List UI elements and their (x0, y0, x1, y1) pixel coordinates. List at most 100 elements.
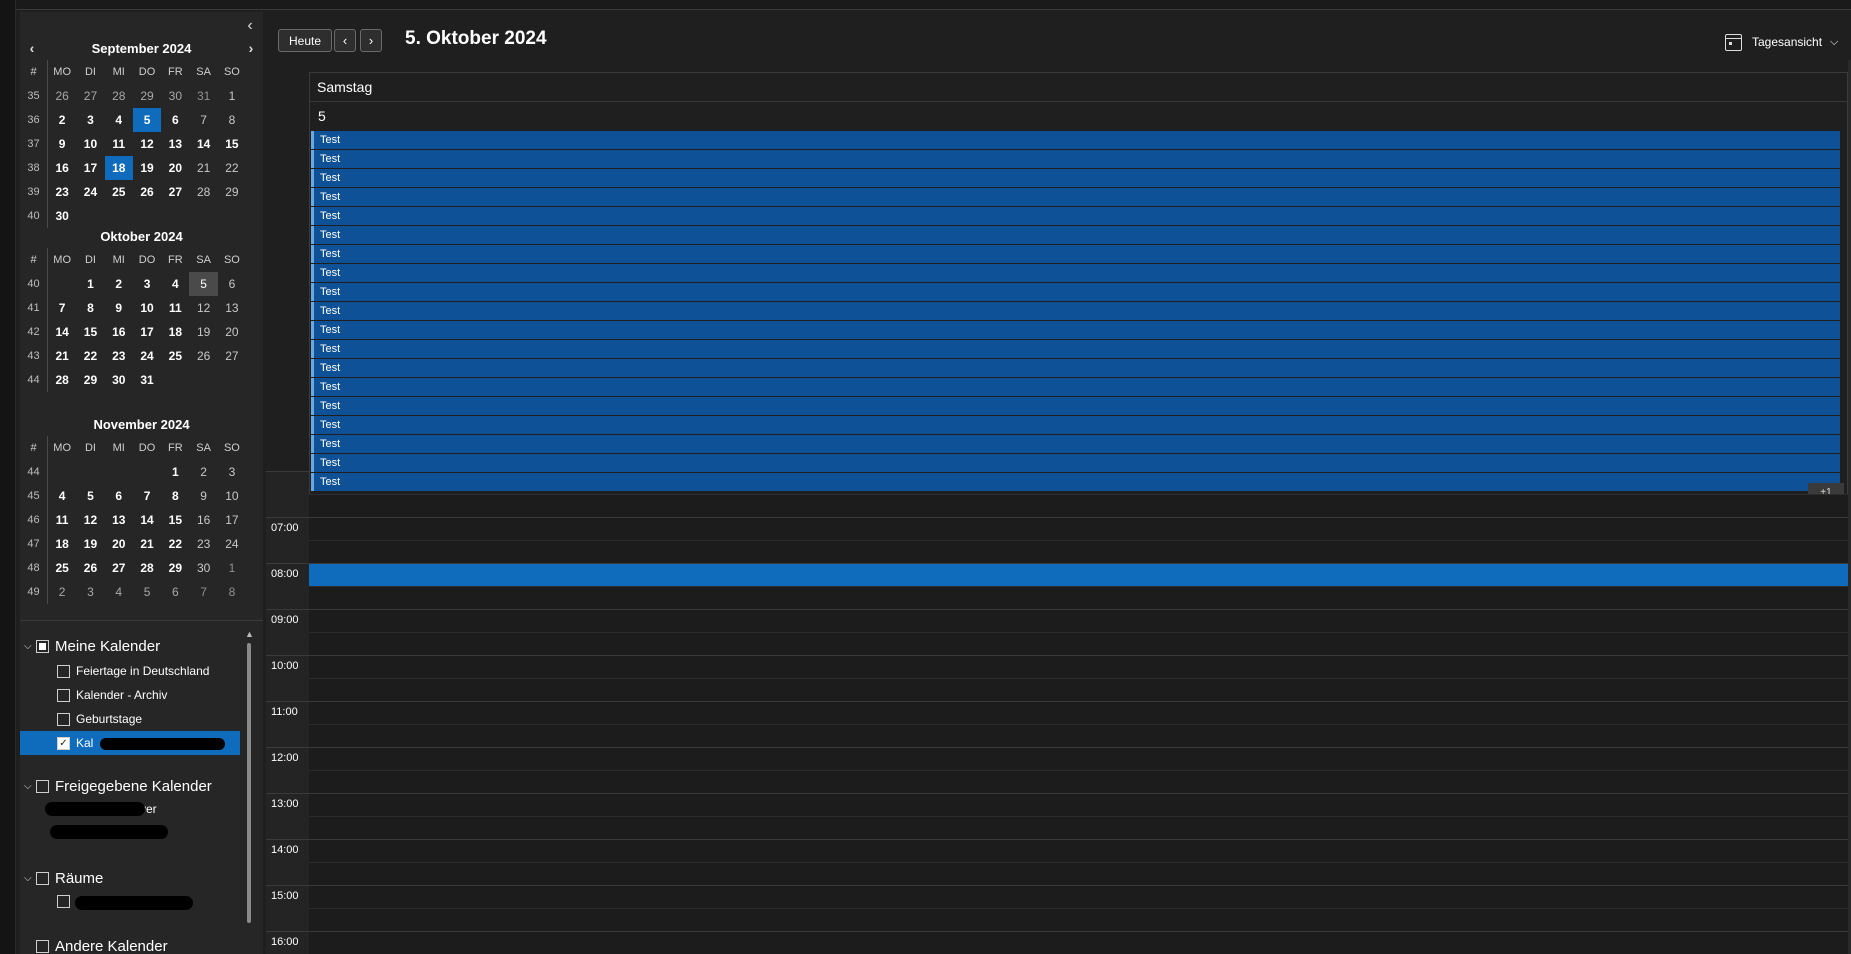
time-slot[interactable] (309, 540, 1848, 563)
day-cell[interactable]: 5 (76, 484, 104, 508)
day-cell[interactable]: 24 (218, 532, 246, 556)
time-slot[interactable] (309, 931, 1848, 954)
day-cell[interactable]: 9 (189, 484, 217, 508)
all-day-event[interactable]: Test (311, 226, 1840, 244)
day-cell[interactable]: 30 (161, 84, 189, 108)
view-switcher[interactable]: Tagesansicht ⌵ (1725, 32, 1838, 52)
previous-day-button[interactable]: ‹ (334, 29, 356, 52)
day-cell[interactable]: 17 (76, 156, 104, 180)
day-cell[interactable]: 2 (48, 580, 76, 604)
day-cell[interactable]: 3 (218, 460, 246, 484)
day-cell[interactable]: 28 (105, 84, 133, 108)
day-cell[interactable]: 27 (161, 180, 189, 204)
calendar-checkbox[interactable] (57, 712, 70, 726)
day-cell[interactable]: 2 (105, 272, 133, 296)
day-cell[interactable]: 5 (132, 108, 162, 132)
day-cell[interactable]: 1 (218, 84, 246, 108)
day-cell[interactable]: 24 (133, 344, 161, 368)
day-cell[interactable]: 16 (189, 508, 217, 532)
day-cell[interactable]: 4 (105, 580, 133, 604)
day-cell[interactable]: 25 (48, 556, 76, 580)
day-cell[interactable]: 2 (48, 108, 76, 132)
day-cell[interactable]: 3 (76, 108, 104, 132)
time-slot[interactable] (309, 862, 1848, 885)
day-cell[interactable]: 20 (218, 320, 246, 344)
day-number[interactable]: 5 (318, 108, 326, 124)
day-cell[interactable]: 15 (161, 508, 189, 532)
day-cell[interactable]: 22 (161, 532, 189, 556)
chevron-down-icon[interactable]: ⌵ (24, 781, 36, 792)
group-checkbox[interactable] (36, 871, 49, 885)
time-slot[interactable] (309, 724, 1848, 747)
day-cell[interactable]: 28 (133, 556, 161, 580)
week-number[interactable]: 47 (20, 532, 48, 556)
time-slot[interactable] (309, 494, 1848, 517)
day-cell[interactable]: 10 (133, 296, 161, 320)
chevron-down-icon[interactable]: ⌵ (24, 641, 36, 652)
week-number[interactable]: 36 (20, 108, 48, 132)
day-cell[interactable]: 19 (76, 532, 104, 556)
day-cell[interactable]: 6 (105, 484, 133, 508)
week-number[interactable]: 46 (20, 508, 48, 532)
week-number[interactable]: 35 (20, 84, 48, 108)
calendar-checkbox[interactable]: ✓ (57, 736, 70, 750)
day-cell[interactable]: 13 (105, 508, 133, 532)
time-slot[interactable] (309, 701, 1848, 724)
day-cell[interactable]: 12 (133, 132, 161, 156)
day-cell[interactable]: 17 (218, 508, 246, 532)
day-cell[interactable]: 10 (76, 132, 104, 156)
day-cell[interactable]: 23 (189, 532, 217, 556)
all-day-event[interactable]: Test (311, 207, 1840, 225)
day-cell[interactable]: 31 (133, 368, 161, 392)
day-cell[interactable]: 31 (189, 84, 217, 108)
time-slot[interactable] (309, 586, 1848, 609)
day-cell[interactable]: 22 (218, 156, 246, 180)
group-shared-calendars[interactable]: ⌵ Freigegebene Kalender (20, 773, 245, 799)
day-cell[interactable]: 18 (104, 156, 133, 180)
all-day-event[interactable]: Test (311, 435, 1840, 453)
day-cell[interactable]: 21 (133, 532, 161, 556)
next-month-icon[interactable]: › (241, 38, 261, 58)
day-cell[interactable]: 14 (133, 508, 161, 532)
day-cell[interactable]: 5 (189, 272, 218, 296)
all-day-event[interactable]: Test (311, 340, 1840, 358)
calendar-item-birthdays[interactable]: Geburtstage (20, 707, 240, 731)
day-cell[interactable]: 21 (189, 156, 217, 180)
calendar-checkbox[interactable] (57, 664, 70, 678)
time-slot[interactable] (309, 908, 1848, 931)
calendar-checkbox[interactable] (57, 894, 70, 908)
day-cell[interactable]: 3 (133, 272, 161, 296)
time-slot[interactable] (309, 609, 1848, 632)
day-cell[interactable]: 26 (48, 84, 76, 108)
day-cell[interactable]: 25 (161, 344, 189, 368)
day-cell[interactable]: 29 (133, 84, 161, 108)
day-cell[interactable]: 20 (105, 532, 133, 556)
week-number[interactable]: 42 (20, 320, 48, 344)
day-cell[interactable]: 19 (189, 320, 217, 344)
week-number[interactable]: 43 (20, 344, 48, 368)
all-day-event[interactable]: Test (311, 416, 1840, 434)
day-cell[interactable]: 2 (189, 460, 217, 484)
day-cell[interactable]: 26 (189, 344, 217, 368)
day-cell[interactable]: 30 (105, 368, 133, 392)
day-cell[interactable]: 6 (161, 580, 189, 604)
day-cell[interactable]: 8 (76, 296, 104, 320)
day-cell[interactable]: 13 (218, 296, 246, 320)
day-cell[interactable]: 12 (76, 508, 104, 532)
all-day-event[interactable]: Test (311, 321, 1840, 339)
all-day-event[interactable]: Test (311, 283, 1840, 301)
day-cell[interactable]: 6 (218, 272, 246, 296)
scroll-up-icon[interactable]: ▲ (245, 629, 254, 639)
day-cell[interactable]: 4 (105, 108, 133, 132)
week-number[interactable]: 38 (20, 156, 48, 180)
day-cell[interactable]: 16 (48, 156, 76, 180)
day-cell[interactable]: 24 (76, 180, 104, 204)
day-cell[interactable]: 11 (161, 296, 189, 320)
day-cell[interactable]: 10 (218, 484, 246, 508)
day-cell[interactable]: 27 (105, 556, 133, 580)
all-day-event[interactable]: Test (311, 169, 1840, 187)
day-cell[interactable]: 1 (76, 272, 104, 296)
day-cell[interactable]: 11 (48, 508, 76, 532)
day-cell[interactable]: 27 (218, 344, 246, 368)
calendar-list-scrollbar[interactable]: ▲ (245, 629, 254, 954)
